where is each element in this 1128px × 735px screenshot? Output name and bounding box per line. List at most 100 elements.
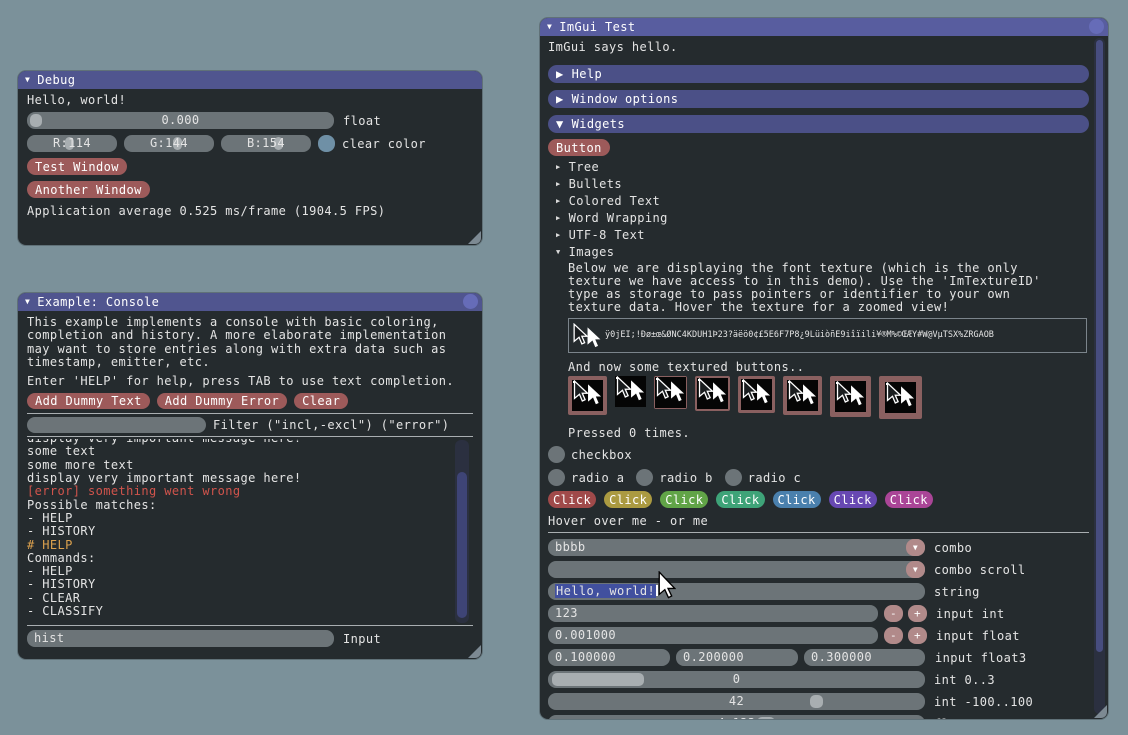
- input-float3-y[interactable]: 0.200000: [676, 649, 798, 666]
- hover-tooltip-text[interactable]: Hover over me - or me: [548, 515, 1081, 528]
- tree-node-tree[interactable]: ▶ Tree: [548, 158, 1081, 175]
- click-button-blue[interactable]: Click: [773, 491, 821, 508]
- click-button-magenta[interactable]: Click: [885, 491, 933, 508]
- decrement-button[interactable]: -: [884, 627, 903, 644]
- input-float3-x[interactable]: 0.100000: [548, 649, 670, 666]
- slider-int-100[interactable]: 42: [548, 693, 925, 710]
- chevron-right-icon: ▶: [556, 92, 564, 106]
- increment-button[interactable]: +: [908, 627, 927, 644]
- separator: [27, 413, 473, 414]
- image-button[interactable]: [568, 376, 607, 415]
- image-button[interactable]: [879, 376, 922, 419]
- radio-c[interactable]: [725, 469, 742, 486]
- slider-value: 0: [548, 671, 925, 688]
- input-float3-label: input float3: [935, 651, 1027, 665]
- image-button[interactable]: [783, 376, 822, 415]
- header-help[interactable]: ▶ Help: [548, 65, 1089, 83]
- log-line: - HISTORY: [27, 578, 449, 591]
- font-texture-image[interactable]: ýÇf}{ÿj()[]||¾ÝBÑòÙõóÃÂÁÀô½¼ÙÚŽŠÅÉÊ/å\ÈÞ…: [568, 318, 1087, 353]
- test-window-button[interactable]: Test Window: [27, 158, 127, 175]
- input-value: 123: [555, 605, 578, 622]
- input-float3-z[interactable]: 0.300000: [804, 649, 925, 666]
- close-button[interactable]: [463, 294, 478, 309]
- add-dummy-error-button[interactable]: Add Dummy Error: [157, 393, 287, 409]
- slider-float[interactable]: 4.123: [548, 715, 925, 719]
- chevron-down-icon: ▼: [556, 248, 561, 256]
- combo-arrow-button[interactable]: ▼: [906, 539, 925, 556]
- console-help-line: Enter 'HELP' for help, press TAB to use …: [27, 375, 473, 388]
- cursor-texture-icon: [615, 376, 646, 407]
- imgui-scrollbar[interactable]: [1094, 38, 1105, 714]
- debug-titlebar[interactable]: ▼ Debug: [18, 71, 482, 89]
- resize-grip[interactable]: [468, 231, 481, 244]
- tree-node-colored-text[interactable]: ▶ Colored Text: [548, 192, 1081, 209]
- imgui-titlebar[interactable]: ▼ ImGui Test: [540, 18, 1108, 36]
- blue-slider[interactable]: B:154: [221, 135, 311, 152]
- tree-node-utf8-text[interactable]: ▶ UTF-8 Text: [548, 226, 1081, 243]
- textured-buttons-caption: And now some textured buttons..: [568, 361, 1081, 374]
- red-slider[interactable]: R:114: [27, 135, 117, 152]
- image-button[interactable]: [738, 376, 775, 413]
- increment-button[interactable]: +: [908, 605, 927, 622]
- cursor-texture-icon: [572, 380, 603, 411]
- console-command-input[interactable]: hist: [27, 630, 334, 647]
- header-window-options[interactable]: ▶ Window options: [548, 90, 1089, 108]
- combo-arrow-button[interactable]: ▼: [906, 561, 925, 578]
- tree-node-bullets[interactable]: ▶ Bullets: [548, 175, 1081, 192]
- console-scrollbar[interactable]: [455, 440, 469, 623]
- combo-scroll-box[interactable]: ▼: [548, 561, 925, 578]
- resize-grip[interactable]: [1094, 705, 1107, 718]
- button-widget[interactable]: Button: [548, 139, 610, 156]
- input-float-field[interactable]: 0.001000: [548, 627, 878, 644]
- clear-button[interactable]: Clear: [294, 393, 348, 409]
- tree-node-images[interactable]: ▼ Images: [548, 243, 1081, 260]
- scrollbar-thumb[interactable]: [1096, 40, 1103, 652]
- click-button-purple[interactable]: Click: [829, 491, 877, 508]
- slider-value: 0.000: [27, 112, 334, 129]
- radio-a[interactable]: [548, 469, 565, 486]
- collapse-icon[interactable]: ▼: [25, 76, 30, 84]
- image-button[interactable]: [615, 376, 646, 407]
- console-log-region[interactable]: display very important message here! som…: [27, 439, 473, 625]
- click-button-teal[interactable]: Click: [716, 491, 764, 508]
- cursor-glyphs-icon: [572, 323, 602, 349]
- close-button[interactable]: [1089, 19, 1104, 34]
- click-button-red[interactable]: Click: [548, 491, 596, 508]
- console-titlebar[interactable]: ▼ Example: Console: [18, 293, 482, 311]
- text-caret: [656, 585, 658, 596]
- tree-label: Bullets: [569, 177, 622, 191]
- radio-b[interactable]: [636, 469, 653, 486]
- scrollbar-thumb[interactable]: [457, 472, 467, 618]
- separator: [548, 532, 1089, 533]
- decrement-button[interactable]: -: [884, 605, 903, 622]
- header-widgets[interactable]: ▼ Widgets: [548, 115, 1089, 133]
- tree-node-word-wrapping[interactable]: ▶ Word Wrapping: [548, 209, 1081, 226]
- another-window-button[interactable]: Another Window: [27, 181, 150, 198]
- slider-value: 42: [548, 693, 925, 710]
- cursor-texture-icon: [885, 382, 916, 413]
- combo-box[interactable]: bbbb ▼: [548, 539, 925, 556]
- log-line: [error] something went wrong: [27, 485, 449, 498]
- image-button[interactable]: [830, 376, 871, 417]
- float-slider[interactable]: 0.000: [27, 112, 334, 129]
- image-button[interactable]: [695, 376, 730, 411]
- collapse-icon[interactable]: ▼: [25, 298, 30, 306]
- slider-int-0-3[interactable]: 0: [548, 671, 925, 688]
- filter-input[interactable]: [27, 417, 206, 433]
- checkbox[interactable]: [548, 446, 565, 463]
- string-input[interactable]: Hello, world!: [548, 583, 925, 600]
- green-slider[interactable]: G:144: [124, 135, 214, 152]
- resize-grip[interactable]: [468, 645, 481, 658]
- add-dummy-text-button[interactable]: Add Dummy Text: [27, 393, 150, 409]
- greeting-text: ImGui says hello.: [548, 41, 1081, 54]
- click-button-green[interactable]: Click: [660, 491, 708, 508]
- color-swatch[interactable]: [318, 135, 335, 152]
- input-label: Input: [343, 632, 381, 646]
- log-line: some text: [27, 445, 449, 458]
- input-float-label: input float: [936, 629, 1020, 643]
- filter-label: Filter ("incl,-excl") ("error"): [213, 418, 449, 432]
- click-button-yellow[interactable]: Click: [604, 491, 652, 508]
- collapse-icon[interactable]: ▼: [547, 23, 552, 31]
- image-button[interactable]: [654, 376, 687, 409]
- input-int-field[interactable]: 123: [548, 605, 878, 622]
